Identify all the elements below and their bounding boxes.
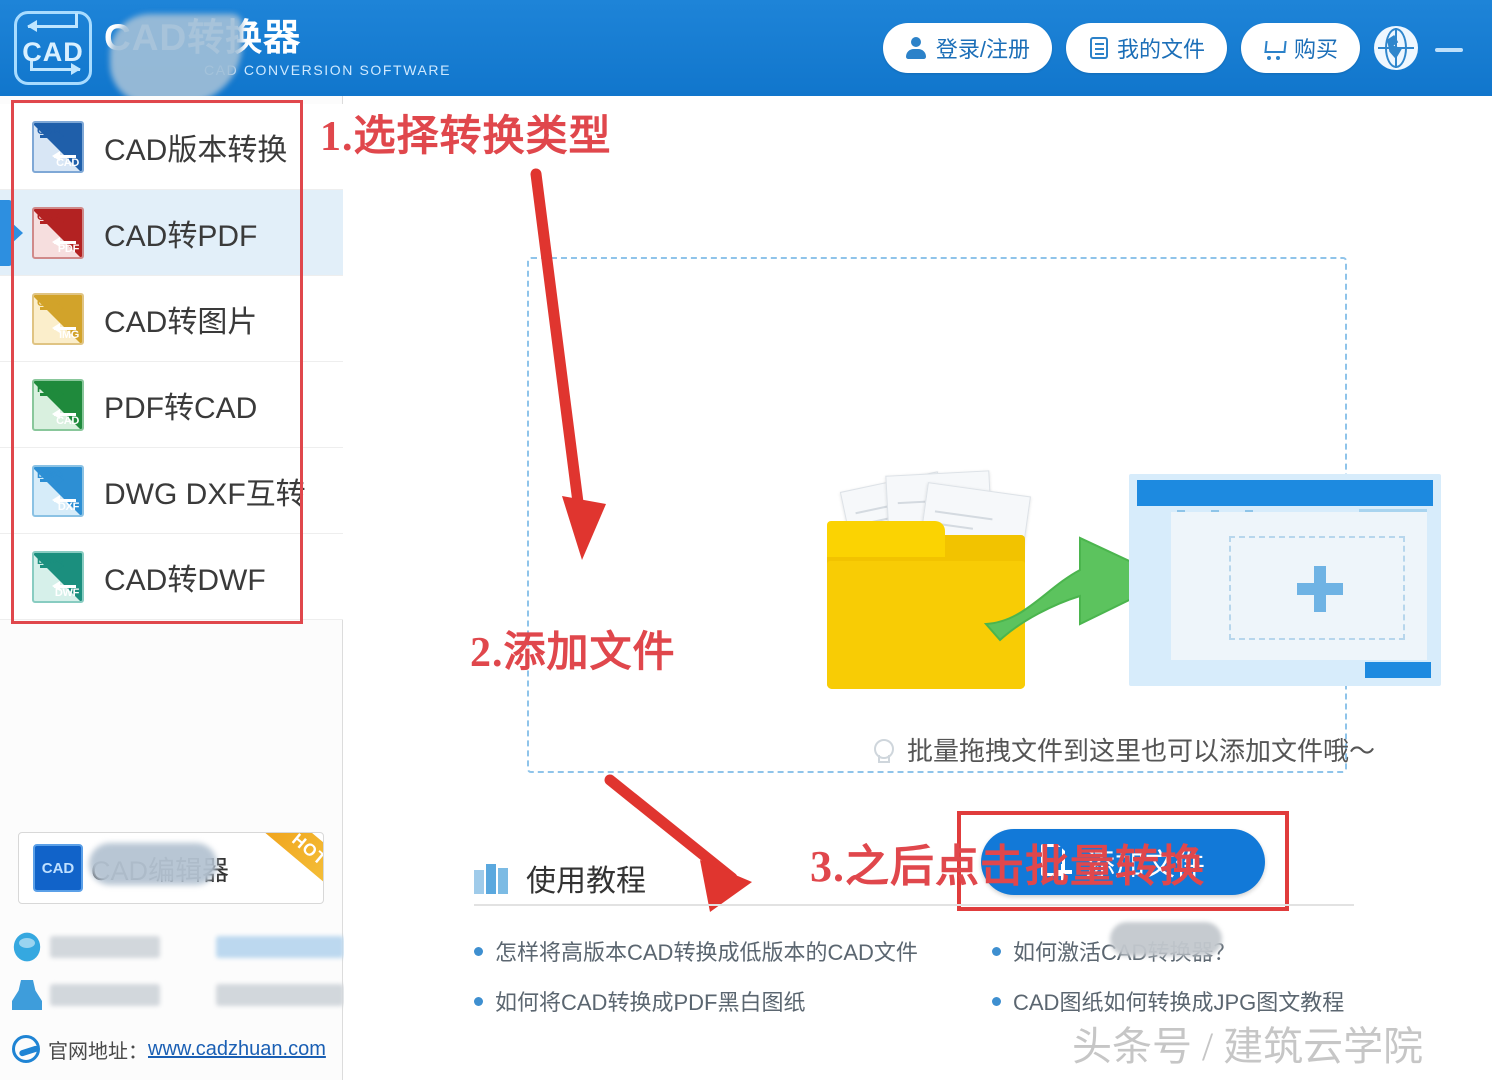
tutorial-link-label: 如何将CAD转换成PDF黑白图纸 xyxy=(495,990,806,1015)
app-subtitle: CAD CONVERSION SOFTWARE xyxy=(204,62,452,78)
tutorial-link[interactable]: 如何将CAD转换成PDF黑白图纸 xyxy=(474,976,918,1026)
tutorial-link-label: CAD图纸如何转换成JPG图文教程 xyxy=(1013,990,1345,1015)
sidebar-item-label: CAD转图片 xyxy=(104,305,258,339)
sidebar-item-0[interactable]: CAD CAD CAD版本转换 xyxy=(0,104,343,190)
annotation-step-1: 1.选择转换类型 xyxy=(320,114,612,160)
sidebar-item-label: CAD转DWF xyxy=(104,563,266,597)
browser-icon xyxy=(12,1035,40,1063)
header-actions: 登录/注册 我的文件 购买 xyxy=(882,23,1466,73)
redacted-value xyxy=(50,984,160,1006)
sidebar-item-1[interactable]: CAD PDF CAD转PDF xyxy=(0,190,343,276)
conversion-type-icon: DWG DXF xyxy=(32,464,84,517)
app-window: CAD CAD转换器 CAD CONVERSION SOFTWARE 登录/注册… xyxy=(0,0,1492,1080)
redacted-value xyxy=(50,936,160,958)
tutorial-divider xyxy=(474,904,1354,906)
sidebar-item-label: CAD转PDF xyxy=(104,219,258,253)
cart-icon xyxy=(1263,36,1285,60)
purchase-label: 购买 xyxy=(1293,37,1338,62)
service-info-row[interactable] xyxy=(12,974,344,1016)
login-register-label: 登录/注册 xyxy=(935,37,1030,62)
purchase-button[interactable]: 购买 xyxy=(1240,23,1360,73)
main-content: 批量拖拽文件到这里也可以添加文件哦～ 添加文件 使用教程 怎样将高版本CAD转换… xyxy=(344,96,1492,1080)
books-icon xyxy=(474,862,514,894)
conversion-type-icon: CAD CAD xyxy=(32,120,84,173)
conversion-type-icon: PDF CAD xyxy=(32,378,84,431)
cad-editor-icon xyxy=(33,844,83,892)
website-label: 官网地址： xyxy=(48,1040,148,1063)
sidebar-item-label: CAD版本转换 xyxy=(104,133,288,167)
redacted-brand-overlay-2 xyxy=(89,842,217,885)
redacted-brand-overlay-3 xyxy=(1110,922,1222,956)
conversion-type-icon: DWG DWF xyxy=(32,550,84,603)
tutorial-link[interactable]: 怎样将高版本CAD转换成低版本的CAD文件 xyxy=(474,926,918,976)
my-files-button[interactable]: 我的文件 xyxy=(1065,23,1227,73)
sidebar-item-3[interactable]: PDF CAD PDF转CAD xyxy=(0,362,343,448)
globe-icon[interactable] xyxy=(1374,26,1418,70)
app-logo: CAD CAD转换器 CAD CONVERSION SOFTWARE xyxy=(14,11,452,104)
tutorial-right-column: 如何激活CAD转换器？ CAD图纸如何转换成JPG图文教程 xyxy=(992,922,1345,1026)
cad-logo-icon: CAD xyxy=(14,11,92,85)
bullet-icon xyxy=(992,996,1001,1006)
conversion-type-icon: CAD IMG xyxy=(32,292,84,345)
user-icon xyxy=(905,36,927,60)
tutorial-link-label: 怎样将高版本CAD转换成低版本的CAD文件 xyxy=(495,940,918,965)
qq-icon xyxy=(13,932,41,962)
redacted-value xyxy=(216,936,344,958)
watermark: 头条号 / 建筑云学院 xyxy=(1072,1024,1424,1069)
lightbulb-icon xyxy=(869,735,895,765)
service-icon xyxy=(12,980,42,1010)
cad-editor-label-wrap: CAD编辑器 xyxy=(89,842,229,888)
cad-editor-banner[interactable]: CAD编辑器 HOT xyxy=(18,832,324,904)
conversion-type-list: CAD CAD CAD版本转换 CAD PDF CAD转PDF CAD IMG CAD转图片 PD… xyxy=(0,104,343,620)
sidebar: CAD CAD CAD版本转换 CAD PDF CAD转PDF CAD IMG CAD转图片 PD… xyxy=(0,96,344,1080)
annotation-step-2: 2.添加文件 xyxy=(470,630,676,676)
app-window-drop-target-icon xyxy=(1129,474,1441,686)
document-icon xyxy=(1089,37,1108,59)
annotation-step-3: 3.之后点击批量转换 xyxy=(810,842,1205,891)
title-block: CAD转换器 CAD CONVERSION SOFTWARE xyxy=(104,14,452,104)
website-link[interactable]: www.cadzhuan.com xyxy=(148,1038,326,1061)
redacted-brand-overlay xyxy=(110,14,242,104)
selected-tab-marker xyxy=(0,199,12,266)
sidebar-item-4[interactable]: DWG DXF DWG DXF互转 xyxy=(0,448,343,534)
tutorial-title: 使用教程 xyxy=(526,865,646,898)
dropzone-hint: 批量拖拽文件到这里也可以添加文件哦～ xyxy=(869,731,1375,768)
redacted-value xyxy=(216,984,344,1006)
tutorial-header: 使用教程 xyxy=(474,856,646,900)
minimize-icon[interactable] xyxy=(1432,31,1466,65)
dropzone-hint-text: 批量拖拽文件到这里也可以添加文件哦～ xyxy=(907,736,1376,766)
annotation-arrow-2 xyxy=(604,774,752,912)
bullet-icon xyxy=(474,996,483,1006)
bullet-icon xyxy=(992,946,1001,956)
file-dropzone[interactable]: 批量拖拽文件到这里也可以添加文件哦～ 添加文件 xyxy=(527,257,1441,911)
annotation-arrow-1 xyxy=(530,168,606,560)
app-header: CAD CAD转换器 CAD CONVERSION SOFTWARE 登录/注册… xyxy=(0,0,1492,104)
sidebar-item-5[interactable]: DWG DWF CAD转DWF xyxy=(0,534,343,620)
bullet-icon xyxy=(474,946,483,956)
my-files-label: 我的文件 xyxy=(1116,37,1205,62)
hot-badge: HOT xyxy=(262,833,323,893)
conversion-type-icon: CAD PDF xyxy=(32,206,84,259)
tutorial-left-column: 怎样将高版本CAD转换成低版本的CAD文件 如何将CAD转换成PDF黑白图纸 xyxy=(474,926,918,1026)
qq-info-row[interactable] xyxy=(12,926,344,968)
logo-text: CAD xyxy=(22,37,84,67)
sidebar-item-2[interactable]: CAD IMG CAD转图片 xyxy=(0,276,343,362)
login-register-button[interactable]: 登录/注册 xyxy=(882,23,1052,73)
sidebar-item-label: PDF转CAD xyxy=(104,391,258,425)
sidebar-item-label: DWG DXF互转 xyxy=(104,477,306,511)
website-info-row[interactable]: 官网地址： www.cadzhuan.com xyxy=(12,1028,326,1070)
tutorial-link[interactable]: 如何激活CAD转换器？ xyxy=(992,922,1344,976)
